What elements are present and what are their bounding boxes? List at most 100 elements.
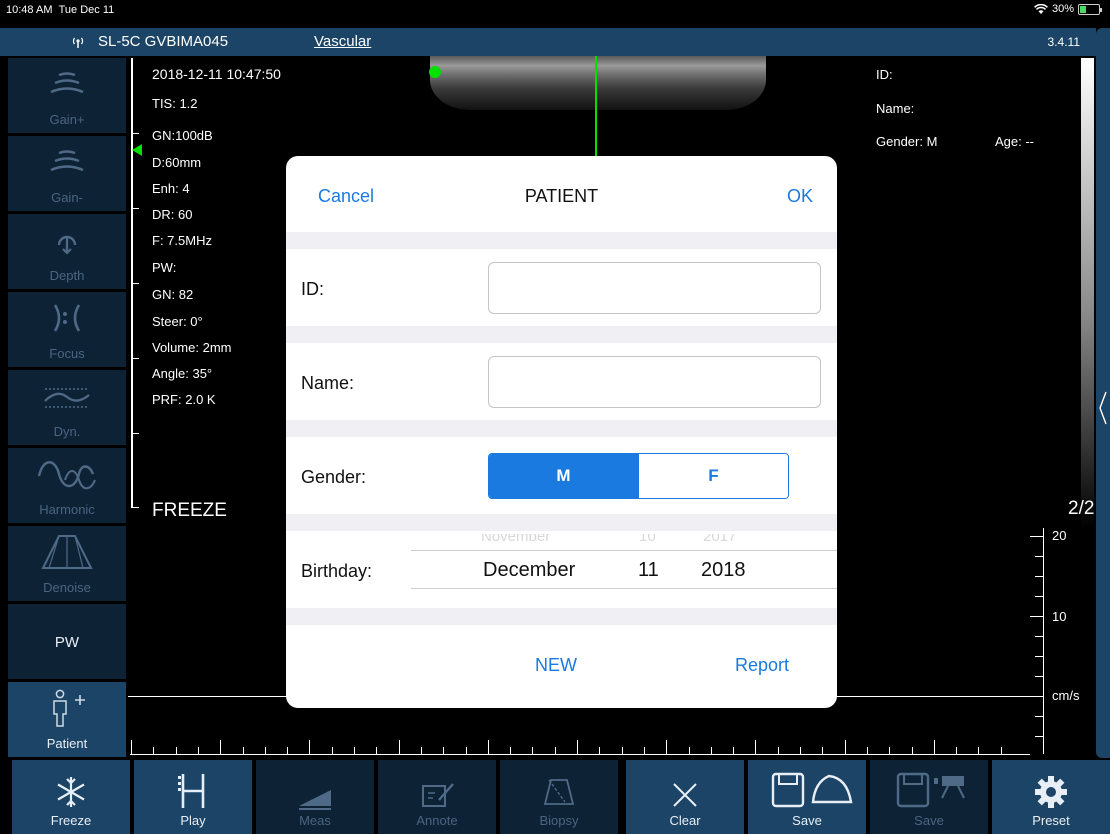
denoise-label: Denoise [43, 580, 91, 595]
time-tick [889, 747, 891, 754]
device-name: SL-5C GVBIMA045 [98, 33, 229, 50]
time-tick [175, 747, 177, 754]
time-tick [487, 740, 489, 754]
page-indicator: 2/2 [1068, 498, 1095, 519]
wireless-probe-icon [72, 37, 84, 48]
save-image-label: Save [792, 813, 822, 828]
scale-tick [1035, 656, 1043, 657]
pw-button[interactable]: PW [8, 604, 126, 680]
picker-selection-bottom [411, 588, 837, 589]
name-field[interactable] [488, 356, 821, 408]
patient-button[interactable]: Patient [8, 682, 126, 758]
time-tick [777, 747, 779, 754]
time-tick [844, 740, 846, 754]
time-tick [933, 740, 935, 754]
time-tick [443, 747, 445, 754]
scale-tick [1035, 736, 1043, 737]
scale-tick [1030, 616, 1043, 617]
patient-dialog: Cancel PATIENT OK ID: Name: Gender: M F … [286, 156, 837, 708]
gain-minus-icon [8, 136, 126, 188]
meas-label: Meas [299, 813, 331, 828]
gear-icon [992, 760, 1110, 812]
ruler-tick [131, 208, 139, 209]
gain-plus-button[interactable]: Gain+ [8, 58, 126, 134]
time-tick [956, 747, 958, 754]
separator [286, 326, 837, 343]
picker-selection-top [411, 550, 837, 551]
patient-id: ID: [876, 67, 893, 82]
focus-button[interactable]: Focus [8, 292, 126, 368]
save-video-label: Save [914, 813, 944, 828]
dynamic-range-icon [8, 370, 126, 422]
time-tick [242, 747, 244, 754]
denoise-button[interactable]: Denoise [8, 526, 126, 602]
exam-mode[interactable]: Vascular [314, 33, 371, 50]
birthday-month[interactable]: December [483, 559, 575, 582]
picker-faded-day: 10 [639, 534, 656, 545]
param-depth: D:60mm [152, 155, 202, 170]
gain-minus-button[interactable]: Gain- [8, 136, 126, 212]
scale-label-mid: 10 [1052, 609, 1067, 624]
save-image-button[interactable]: Save [748, 760, 866, 834]
freeze-button[interactable]: Freeze [12, 760, 130, 834]
depth-button[interactable]: Depth [8, 214, 126, 290]
time-tick [554, 747, 556, 754]
play-button[interactable]: Play [134, 760, 252, 834]
picker-faded-month: November [481, 534, 551, 545]
time-tick [220, 740, 222, 754]
scale-tick [1035, 556, 1043, 557]
id-field[interactable] [488, 262, 821, 314]
patient-age: Age: -- [995, 134, 1035, 149]
report-button[interactable]: Report [735, 655, 789, 676]
title-bar: SL-5C GVBIMA045 Vascular 3.4.11 [0, 28, 1096, 56]
depth-label: Depth [49, 268, 85, 283]
param-dr: DR: 60 [152, 207, 193, 222]
ruler-tick [131, 507, 139, 508]
dynamic-range-button[interactable]: Dyn. [8, 370, 126, 446]
biopsy-button[interactable]: Biopsy [500, 760, 618, 834]
param-volume: Volume: 2mm [152, 340, 232, 355]
gender-option-f[interactable]: F [638, 454, 788, 498]
harmonic-button[interactable]: Harmonic [8, 448, 126, 524]
annote-label: Annote [416, 813, 458, 828]
separator [286, 420, 837, 437]
param-pw: PW: [152, 260, 177, 275]
focus-marker-icon [132, 144, 142, 156]
annote-button[interactable]: Annote [378, 760, 496, 834]
freeze-indicator: FREEZE [152, 500, 227, 521]
gender-option-m[interactable]: M [489, 454, 638, 498]
scale-tick [1035, 676, 1043, 677]
param-gain: GN:100dB [152, 128, 213, 143]
scale-tick [1035, 636, 1043, 637]
ultrasound-image[interactable] [430, 56, 766, 110]
scale-tick [1030, 696, 1043, 697]
param-steer: Steer: 0° [152, 314, 203, 329]
new-button[interactable]: NEW [535, 655, 577, 676]
preset-button[interactable]: Preset [992, 760, 1110, 834]
separator [286, 232, 837, 249]
time-axis [130, 754, 1030, 755]
separator [286, 608, 837, 625]
denoise-icon [8, 526, 126, 578]
freeze-label: Freeze [50, 813, 92, 828]
harmonic-label: Harmonic [39, 502, 95, 517]
time-tick [1000, 747, 1002, 754]
patient-gender: Gender: M [876, 134, 938, 149]
birthday-day[interactable]: 11 [638, 559, 659, 582]
time-tick [710, 747, 712, 754]
biopsy-label: Biopsy [539, 813, 579, 828]
clear-button[interactable]: Clear [626, 760, 744, 834]
birthday-year[interactable]: 2018 [701, 559, 746, 582]
meas-button[interactable]: Meas [256, 760, 374, 834]
scale-tick [1030, 536, 1043, 537]
annotate-icon [378, 760, 496, 812]
birthday-picker[interactable]: November 10 2017 December 11 2018 [411, 534, 837, 606]
time-tick [688, 747, 690, 754]
time-tick [800, 747, 801, 754]
chevron-left-icon[interactable] [1098, 390, 1108, 426]
save-video-button[interactable]: Save [870, 760, 988, 834]
biopsy-icon [500, 760, 618, 812]
time-tick [331, 747, 333, 754]
ruler-tick [131, 133, 139, 134]
ok-button[interactable]: OK [787, 186, 813, 207]
